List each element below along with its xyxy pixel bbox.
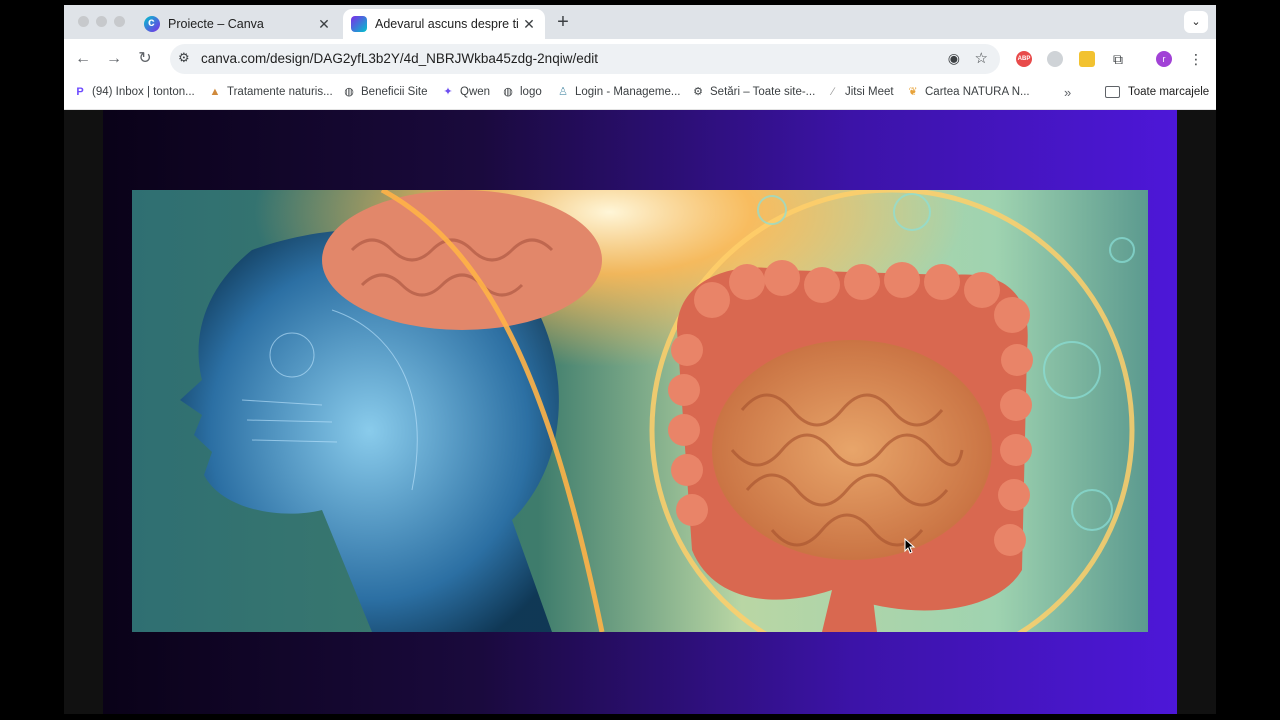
- bookmark-item[interactable]: ✦ Qwen: [442, 86, 490, 98]
- kebab-menu-icon[interactable]: ⋮: [1188, 51, 1204, 67]
- bookmarks-overflow-chevron-icon[interactable]: »: [1064, 85, 1071, 100]
- bookmark-item[interactable]: ❦ Cartea NATURA N...: [907, 86, 1030, 98]
- leaf-icon: ▲: [209, 86, 221, 98]
- bookmark-item[interactable]: ∕ Jitsi Meet: [827, 86, 894, 98]
- bookmark-label: logo: [520, 86, 542, 98]
- bookmark-label: Setări – Toate site-...: [710, 86, 816, 98]
- address-bar[interactable]: ⚙ canva.com/design/DAG2yfL3b2Y/4d_NBRJWk…: [170, 44, 1000, 74]
- canva-design-icon: [351, 16, 367, 32]
- canva-editor-viewport: [64, 110, 1216, 714]
- extensions-puzzle-icon[interactable]: ⧉: [1110, 51, 1126, 67]
- window-controls[interactable]: [78, 16, 125, 27]
- bookmark-item[interactable]: ◍ Beneficii Site: [343, 86, 427, 98]
- new-tab-button[interactable]: +: [552, 11, 574, 34]
- forward-icon[interactable]: →: [103, 48, 125, 70]
- tab-title: Proiecte – Canva: [168, 17, 264, 31]
- folder-icon: [1105, 86, 1120, 98]
- bookmark-label: Tratamente naturis...: [227, 86, 333, 98]
- tab-search-button[interactable]: ⌄: [1184, 11, 1208, 33]
- bookmark-star-icon[interactable]: ☆: [975, 49, 988, 67]
- browser-toolbar: ← → ↻ ⚙ canva.com/design/DAG2yfL3b2Y/4d_…: [64, 39, 1216, 79]
- profile-avatar[interactable]: r: [1156, 51, 1172, 67]
- proton-icon: P: [76, 86, 84, 98]
- bookmark-item[interactable]: ◍ logo: [502, 86, 542, 98]
- tab-title: Adevarul ascuns despre tine: [375, 17, 519, 31]
- bookmark-label: Cartea NATURA N...: [925, 86, 1030, 98]
- canva-icon: [144, 15, 160, 32]
- gut-brain-illustration[interactable]: [132, 190, 1148, 632]
- book-icon: ❦: [908, 86, 918, 98]
- eye-off-icon[interactable]: ◉: [948, 50, 960, 67]
- address-url[interactable]: canva.com/design/DAG2yfL3b2Y/4d_NBRJWkba…: [201, 51, 598, 66]
- bookmark-label: (94) Inbox | tonton...: [92, 86, 195, 98]
- bookmark-item[interactable]: ♙ Login - Manageme...: [557, 86, 680, 98]
- globe-icon: ◍: [344, 86, 354, 98]
- gear-icon: ⚙: [693, 86, 703, 98]
- all-bookmarks-label: Toate marcajele: [1128, 86, 1210, 98]
- close-icon[interactable]: ✕: [314, 16, 334, 33]
- design-slide[interactable]: [103, 110, 1177, 714]
- bookmark-label: Qwen: [460, 86, 491, 98]
- back-icon[interactable]: ←: [72, 48, 94, 70]
- bookmarks-bar: P (94) Inbox | tonton... ▲ Tratamente na…: [64, 79, 1216, 110]
- bookmark-label: Jitsi Meet: [845, 86, 894, 98]
- notes-extension-icon[interactable]: [1079, 51, 1095, 67]
- extension-icon[interactable]: [1047, 51, 1063, 67]
- globe-icon: ◍: [503, 86, 513, 98]
- bookmark-item[interactable]: P (94) Inbox | tonton...: [74, 86, 195, 98]
- bookmark-label: Beneficii Site: [361, 86, 428, 98]
- bookmark-item[interactable]: ▲ Tratamente naturis...: [209, 86, 333, 98]
- bookmark-label: Login - Manageme...: [575, 86, 681, 98]
- qwen-icon: ✦: [443, 86, 453, 98]
- adblock-extension-icon[interactable]: ABP: [1016, 51, 1032, 67]
- close-icon[interactable]: ✕: [519, 16, 539, 33]
- bookmark-item[interactable]: ⚙ Setări – Toate site-...: [692, 86, 815, 98]
- all-bookmarks-folder[interactable]: Toate marcajele: [1105, 86, 1209, 98]
- tab-proiecte-canva[interactable]: Proiecte – Canva ✕: [134, 9, 340, 39]
- reload-icon[interactable]: ↻: [134, 48, 156, 70]
- tab-strip: Proiecte – Canva ✕ Adevarul ascuns despr…: [64, 5, 1216, 39]
- browser-window: Proiecte – Canva ✕ Adevarul ascuns despr…: [64, 5, 1216, 714]
- user-icon: ♙: [558, 86, 568, 98]
- tab-adevarul-ascuns[interactable]: Adevarul ascuns despre tine ✕: [343, 9, 545, 39]
- mouse-pointer-icon: [904, 538, 916, 554]
- jitsi-icon: ∕: [832, 86, 834, 98]
- site-info-icon[interactable]: ⚙: [178, 50, 190, 66]
